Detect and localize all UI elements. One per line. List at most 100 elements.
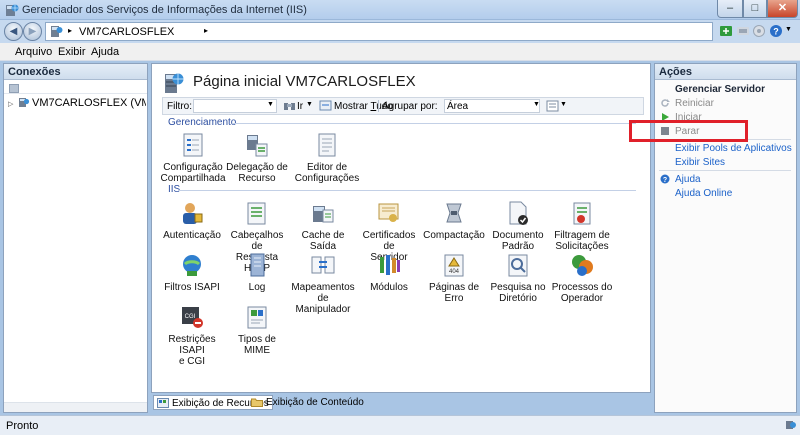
connections-scrollbar[interactable]	[4, 402, 147, 412]
menu-ajuda[interactable]: Ajuda	[91, 46, 119, 58]
feature-label: Módulos	[370, 282, 408, 293]
feature-label: Páginas de Erro	[428, 282, 480, 304]
tab-content-view-label: Exibição de Conteúdo	[266, 397, 364, 408]
group-by-select[interactable]: Área	[444, 99, 540, 113]
connections-header: Conexões	[4, 64, 147, 80]
connections-toolbar	[4, 80, 147, 94]
action-help[interactable]: Ajuda	[675, 174, 701, 185]
actions-divider	[659, 170, 791, 171]
feature-shared-configuration[interactable]: Configuração Compartilhada	[160, 132, 226, 184]
feature-error-pages[interactable]: 404 Páginas de Erro	[421, 252, 487, 304]
menu-bar: Arquivo Exibir Ajuda	[0, 43, 800, 61]
close-button[interactable]: ✕	[767, 0, 798, 18]
content-view-icon	[251, 398, 263, 407]
maximize-button[interactable]: □	[743, 0, 767, 18]
actions-panel: Ações Gerenciar Servidor Reiniciar Inici…	[654, 63, 797, 413]
feature-label: Documento	[492, 230, 544, 241]
feature-configuration-editor[interactable]: Editor de Configurações	[294, 132, 360, 184]
filter-bar: Filtro: ▼ Ir ▼ Mostrar Tudo Agrupar por:…	[162, 97, 644, 115]
stop-icon[interactable]	[736, 24, 750, 38]
iis-app-icon	[6, 4, 19, 16]
feature-label: Processos do	[551, 282, 613, 293]
tree-node-label[interactable]: VM7CARLOSFLEX (VM7CARLOSFLEX\	[32, 97, 146, 109]
forward-button[interactable]: ▶	[23, 22, 42, 41]
tree-node-server[interactable]: ▷ VM7CARLOSFLEX (VM7CARLOSFLEX\	[8, 97, 146, 109]
view-icon[interactable]	[546, 100, 559, 112]
home-icon[interactable]	[752, 24, 766, 38]
filter-input[interactable]	[193, 99, 277, 113]
action-view-app-pools[interactable]: Exibir Pools de Aplicativos	[675, 143, 792, 154]
feature-label-2: Operador	[560, 293, 604, 304]
breadcrumb-arrow-icon[interactable]: ▸	[68, 26, 72, 35]
group-by-label: Agrupar por:	[382, 101, 438, 112]
feature-mime-types[interactable]: Tipos de MIME	[224, 304, 290, 356]
feature-label: Delegação de	[226, 162, 288, 173]
page-title: Página inicial VM7CARLOSFLEX	[193, 73, 416, 90]
action-restart[interactable]: Reiniciar	[675, 98, 714, 109]
svg-text:?: ?	[663, 177, 667, 184]
refresh-icon[interactable]	[719, 24, 733, 38]
feature-label-2: Padrão	[501, 241, 535, 252]
restart-icon	[661, 99, 670, 107]
response-headers-icon	[247, 202, 266, 225]
breadcrumb-server[interactable]: VM7CARLOSFLEX	[79, 26, 174, 38]
binoculars-icon[interactable]	[283, 100, 296, 112]
compression-icon	[446, 203, 462, 223]
help-dropdown-icon[interactable]: ▼	[785, 26, 792, 33]
isapi-cgi-restrictions-icon: CGI	[182, 307, 203, 328]
default-document-icon	[509, 201, 528, 225]
feature-compression[interactable]: Compactação	[421, 200, 487, 241]
feature-label-2: Solicitações	[555, 241, 609, 252]
back-button[interactable]: ◀	[4, 22, 23, 41]
feature-request-filtering[interactable]: Filtragem de Solicitações	[549, 200, 615, 252]
feature-output-caching[interactable]: Cache de Saída	[290, 200, 356, 252]
feature-label: Tipos de MIME	[238, 334, 276, 356]
tab-content-view[interactable]: Exibição de Conteúdo	[248, 395, 367, 410]
group-by-dropdown-icon[interactable]: ▼	[533, 101, 540, 108]
address-bar[interactable]: ▸ VM7CARLOSFLEX ▸	[45, 22, 713, 41]
feature-feature-delegation[interactable]: Delegação de Recurso	[224, 132, 290, 184]
feature-label: Cache de Saída	[301, 230, 345, 252]
authentication-icon	[183, 203, 203, 224]
feature-authentication[interactable]: Autenticação	[159, 200, 225, 241]
action-online-help[interactable]: Ajuda Online	[675, 188, 732, 199]
go-dropdown-icon[interactable]: ▼	[306, 101, 313, 108]
go-button[interactable]: Ir	[297, 101, 303, 112]
feature-modules[interactable]: Módulos	[356, 252, 422, 293]
feature-default-document[interactable]: Documento Padrão	[485, 200, 551, 252]
feature-label: Restrições ISAPI	[168, 334, 216, 356]
new-connection-icon[interactable]	[9, 84, 19, 93]
breadcrumb-dropdown-icon[interactable]: ▸	[204, 26, 208, 35]
view-dropdown-icon[interactable]: ▼	[560, 101, 567, 108]
action-view-sites[interactable]: Exibir Sites	[675, 157, 725, 168]
connections-panel: Conexões ▷ VM7CARLOSFLEX (VM7CARLOSFLEX\	[3, 63, 148, 413]
feature-label: Certificados de	[362, 230, 416, 252]
minimize-button[interactable]: –	[717, 0, 743, 18]
menu-arquivo[interactable]: Arquivo	[15, 46, 52, 58]
expand-arrow-icon[interactable]: ▷	[8, 100, 16, 108]
svg-text:?: ?	[773, 27, 779, 37]
feature-isapi-cgi-restrictions[interactable]: CGI Restrições ISAPI e CGI	[159, 304, 225, 367]
show-all-icon[interactable]	[319, 100, 332, 112]
feature-handler-mappings[interactable]: Mapeamentos de Manipulador	[290, 252, 356, 315]
feature-worker-processes[interactable]: Processos do Operador	[549, 252, 615, 304]
feature-directory-browsing[interactable]: Pesquisa no Diretório	[485, 252, 551, 304]
feature-label: Filtros ISAPI	[164, 282, 220, 293]
title-bar: Gerenciador dos Serviços de Informações …	[0, 0, 800, 20]
feature-label: Editor de	[306, 162, 348, 173]
mime-types-icon	[247, 306, 267, 329]
output-cache-icon	[313, 206, 334, 223]
logging-icon	[250, 253, 265, 277]
filter-dropdown-icon[interactable]: ▼	[267, 101, 274, 108]
group-divider	[178, 190, 636, 191]
feature-logging[interactable]: Log	[224, 252, 290, 293]
menu-exibir[interactable]: Exibir	[58, 46, 86, 58]
help-icon[interactable]: ?	[769, 24, 783, 38]
feature-isapi-filters[interactable]: Filtros ISAPI	[159, 252, 225, 293]
features-view-icon	[157, 398, 169, 408]
feature-label: Filtragem de	[554, 230, 610, 241]
feature-label-2: Compartilhada	[160, 173, 226, 184]
certificates-icon	[378, 203, 399, 222]
directory-browsing-icon	[508, 254, 528, 277]
status-network-icon	[786, 421, 796, 429]
